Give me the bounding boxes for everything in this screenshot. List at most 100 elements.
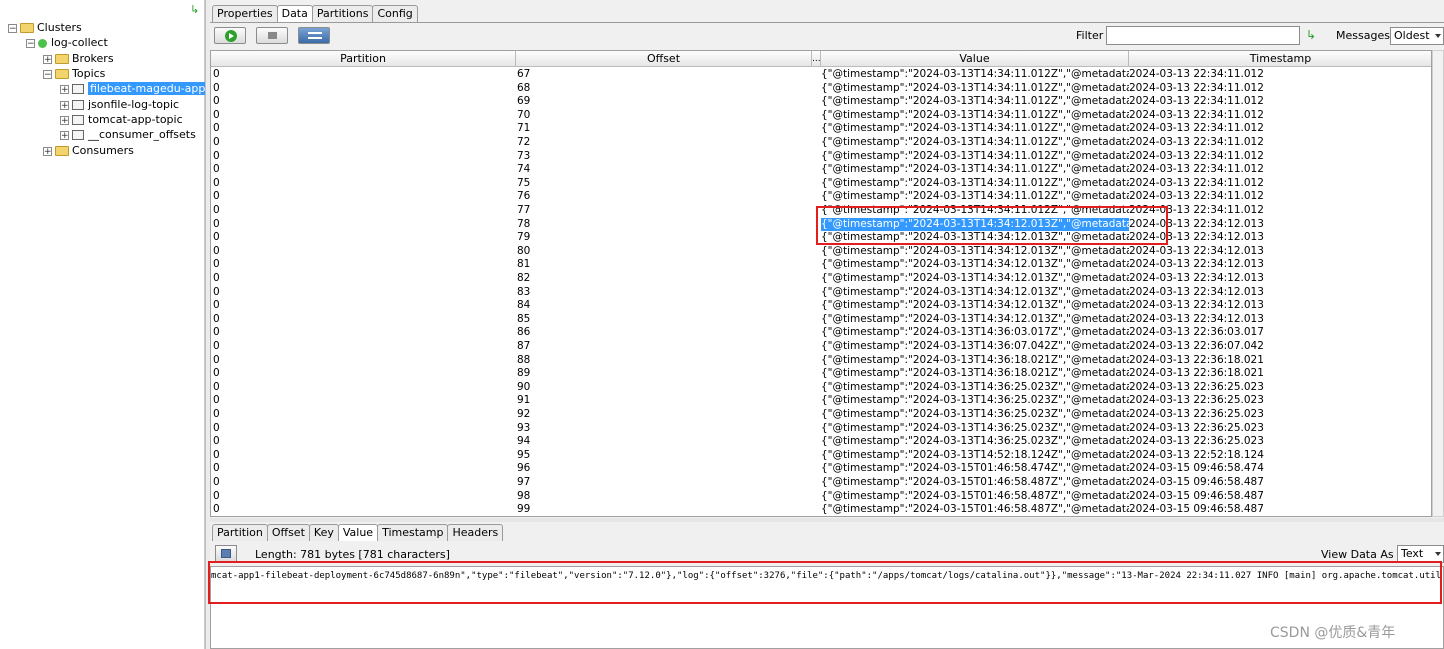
table-row[interactable]: 0 89 {"@timestamp":"2024-03-13T14:36:18.02… [211, 367, 1431, 381]
table-row[interactable]: 0 83 {"@timestamp":"2024-03-13T14:34:12.01… [211, 286, 1431, 300]
column-header-offset[interactable]: Offset [516, 51, 812, 67]
table-row[interactable]: 0 68 {"@timestamp":"2024-03-13T14:34:11.01… [211, 82, 1431, 96]
expand-icon[interactable]: + [60, 100, 69, 110]
table-row[interactable]: 0 70 {"@timestamp":"2024-03-13T14:34:11.01… [211, 109, 1431, 123]
table-row[interactable]: 0 91 {"@timestamp":"2024-03-13T14:36:25.02… [211, 394, 1431, 408]
cell-timestamp: 2024-03-13 22:34:12.013 [1129, 285, 1264, 298]
table-row[interactable]: 0 85 {"@timestamp":"2024-03-13T14:34:12.01… [211, 313, 1431, 327]
table-row[interactable]: 0 79 {"@timestamp":"2024-03-13T14:34:12.01… [211, 231, 1431, 245]
detail-tab-key[interactable]: Key [308, 524, 339, 541]
collapse-icon[interactable]: − [43, 69, 52, 79]
column-header-timestamp[interactable]: Timestamp [1129, 51, 1431, 67]
tree-node-topic[interactable]: + __consumer_offsets [60, 127, 196, 142]
table-row[interactable]: 0 97 {"@timestamp":"2024-03-15T01:46:58.48… [211, 476, 1431, 490]
table-scrollbar[interactable] [1432, 50, 1444, 517]
detail-tab-headers[interactable]: Headers [447, 524, 504, 541]
cell-partition: 0 [213, 149, 220, 162]
table-row[interactable]: 0 77 {"@timestamp":"2024-03-13T14:34:11.01… [211, 204, 1431, 218]
topic-icon [72, 115, 84, 125]
run-button[interactable] [214, 27, 246, 44]
cell-partition: 0 [213, 95, 220, 108]
tab-properties[interactable]: Properties [212, 5, 278, 22]
table-row[interactable]: 0 81 {"@timestamp":"2024-03-13T14:34:12.01… [211, 258, 1431, 272]
cell-offset: 83 [517, 285, 531, 298]
cell-value: {"@timestamp":"2024-03-13T14:36:18.021Z"… [821, 353, 1129, 366]
cell-timestamp: 2024-03-13 22:34:11.012 [1129, 204, 1264, 216]
column-header-partition[interactable]: Partition [211, 51, 516, 67]
refresh-tree-icon[interactable]: ↳ [190, 3, 199, 16]
tree-node-brokers[interactable]: + Brokers [43, 51, 114, 66]
table-row[interactable]: 0 78 {"@timestamp":"2024-03-13T14:34:12.01… [211, 217, 1431, 232]
detail-tab-partition[interactable]: Partition [212, 524, 268, 541]
expand-icon[interactable]: + [60, 115, 69, 125]
expand-icon[interactable]: + [60, 130, 69, 140]
cell-timestamp: 2024-03-13 22:34:12.013 [1129, 299, 1264, 312]
tab-config[interactable]: Config [372, 5, 418, 22]
tab-data[interactable]: Data [276, 5, 313, 23]
table-row[interactable]: 0 92 {"@timestamp":"2024-03-13T14:36:25.02… [211, 408, 1431, 422]
cell-value: {"@timestamp":"2024-03-13T14:36:25.023Z"… [821, 394, 1129, 407]
folder-open-icon [20, 23, 34, 33]
tree-node-clusters[interactable]: − Clusters [8, 20, 82, 35]
save-button[interactable] [215, 545, 237, 562]
cell-timestamp: 2024-03-13 22:34:11.012 [1129, 95, 1264, 108]
table-row[interactable]: 0 80 {"@timestamp":"2024-03-13T14:34:12.01… [211, 245, 1431, 259]
column-header-value[interactable]: Value [821, 51, 1129, 67]
table-row[interactable]: 0 98 {"@timestamp":"2024-03-15T01:46:58.48… [211, 490, 1431, 504]
table-row[interactable]: 0 76 {"@timestamp":"2024-03-13T14:34:11.01… [211, 190, 1431, 204]
table-row[interactable]: 0 87 {"@timestamp":"2024-03-13T14:36:07.04… [211, 340, 1431, 354]
table-row[interactable]: 0 67 {"@timestamp":"2024-03-13T14:34:11.01… [211, 68, 1431, 82]
column-header-key[interactable]: ... [812, 51, 821, 67]
cell-timestamp: 2024-03-13 22:34:11.012 [1129, 122, 1264, 135]
tree-node-topic[interactable]: + tomcat-app-topic [60, 112, 183, 127]
table-row[interactable]: 0 74 {"@timestamp":"2024-03-13T14:34:11.01… [211, 163, 1431, 177]
table-row[interactable]: 0 94 {"@timestamp":"2024-03-13T14:36:25.02… [211, 435, 1431, 449]
detail-tab-offset[interactable]: Offset [266, 524, 310, 541]
expand-icon[interactable]: + [43, 146, 52, 156]
cell-partition: 0 [213, 190, 220, 203]
cell-offset: 74 [517, 163, 531, 176]
stop-button[interactable] [256, 27, 288, 44]
cell-partition: 0 [213, 217, 220, 230]
messages-select[interactable]: Oldest [1390, 27, 1444, 45]
cell-timestamp: 2024-03-13 22:34:11.012 [1129, 149, 1264, 162]
filter-input[interactable] [1106, 26, 1300, 45]
cell-offset: 96 [517, 462, 531, 475]
tree-node-consumers[interactable]: + Consumers [43, 143, 134, 158]
table-row[interactable]: 0 84 {"@timestamp":"2024-03-13T14:34:12.01… [211, 299, 1431, 313]
view-toggle-button[interactable] [298, 27, 330, 44]
table-row[interactable]: 0 86 {"@timestamp":"2024-03-13T14:36:03.01… [211, 326, 1431, 340]
table-row[interactable]: 0 72 {"@timestamp":"2024-03-13T14:34:11.01… [211, 136, 1431, 150]
expand-icon[interactable]: + [60, 84, 69, 94]
table-row[interactable]: 0 99 {"@timestamp":"2024-03-15T01:46:58.48… [211, 503, 1431, 516]
table-row[interactable]: 0 75 {"@timestamp":"2024-03-13T14:34:11.01… [211, 177, 1431, 191]
table-row[interactable]: 0 95 {"@timestamp":"2024-03-13T14:52:18.12… [211, 449, 1431, 463]
collapse-icon[interactable]: − [8, 23, 17, 33]
table-row[interactable]: 0 88 {"@timestamp":"2024-03-13T14:36:18.02… [211, 354, 1431, 368]
horizontal-splitter[interactable] [210, 518, 1444, 522]
tab-partitions[interactable]: Partitions [311, 5, 374, 22]
table-row[interactable]: 0 71 {"@timestamp":"2024-03-13T14:34:11.01… [211, 122, 1431, 136]
view-data-as-select[interactable]: Text [1397, 545, 1444, 563]
tree-label-topic: tomcat-app-topic [88, 113, 183, 126]
table-row[interactable]: 0 82 {"@timestamp":"2024-03-13T14:34:12.01… [211, 272, 1431, 286]
table-row[interactable]: 0 96 {"@timestamp":"2024-03-15T01:46:58.47… [211, 462, 1431, 476]
detail-tab-timestamp[interactable]: Timestamp [377, 524, 449, 541]
value-text: mcat-app1-filebeat-deployment-6c745d8687… [211, 571, 1444, 581]
tree-node-topics[interactable]: − Topics [43, 66, 105, 81]
tree-node-topic[interactable]: + jsonfile-log-topic [60, 97, 179, 112]
table-row[interactable]: 0 90 {"@timestamp":"2024-03-13T14:36:25.02… [211, 381, 1431, 395]
table-row[interactable]: 0 93 {"@timestamp":"2024-03-13T14:36:25.02… [211, 422, 1431, 436]
collapse-icon[interactable]: − [26, 38, 35, 48]
cell-value: {"@timestamp":"2024-03-15T01:46:58.487Z"… [821, 503, 1129, 516]
detail-tab-value[interactable]: Value [337, 524, 379, 542]
apply-filter-icon[interactable]: ↳ [1306, 28, 1316, 42]
expand-icon[interactable]: + [43, 54, 52, 64]
table-row[interactable]: 0 73 {"@timestamp":"2024-03-13T14:34:11.01… [211, 150, 1431, 164]
tree-node-log-collect[interactable]: − log-collect [26, 35, 108, 50]
table-row[interactable]: 0 69 {"@timestamp":"2024-03-13T14:34:11.01… [211, 95, 1431, 109]
tree-node-topic[interactable]: + filebeat-magedu-app1 [60, 81, 215, 96]
value-text-area[interactable]: mcat-app1-filebeat-deployment-6c745d8687… [210, 566, 1444, 649]
topic-detail-panel: Properties Data Partitions Config Filter ↳ … [208, 0, 1444, 649]
cell-offset: 92 [517, 408, 531, 420]
